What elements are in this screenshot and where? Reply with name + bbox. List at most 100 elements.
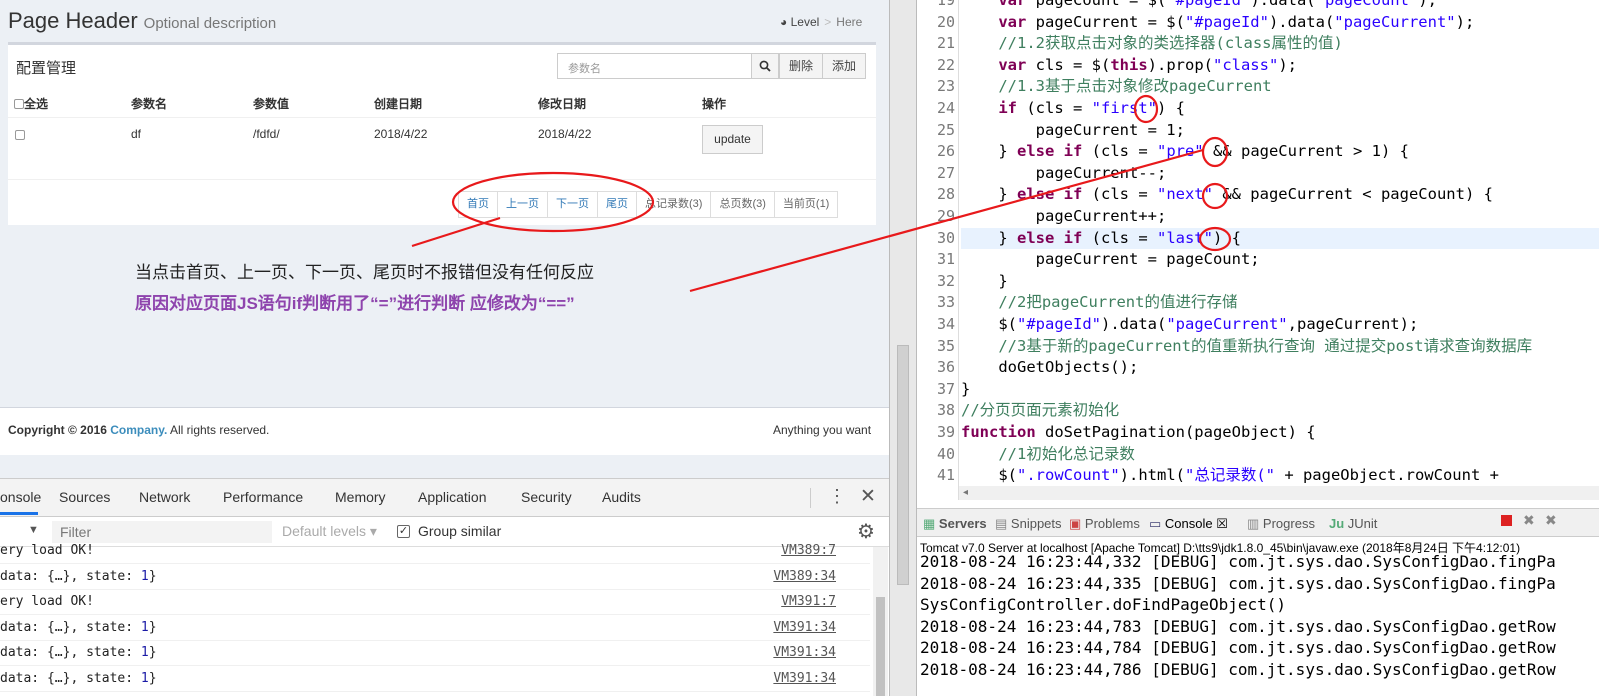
console-message-text: data: {…}, state: 1} bbox=[0, 670, 157, 686]
line-number: 24 bbox=[936, 99, 955, 117]
add-button[interactable]: 添加 bbox=[822, 53, 866, 79]
tab-console[interactable]: onsole bbox=[0, 489, 41, 505]
code-line: if (cls = "first") { bbox=[998, 99, 1185, 117]
console-message: data: {…}, state: 1} VM391:34 bbox=[0, 616, 870, 641]
tab-security[interactable]: Security bbox=[521, 489, 572, 505]
annotation-symptom: 当点击首页、上一页、下一页、尾页时不报错但没有任何反应 bbox=[135, 263, 594, 282]
line-number: 39 bbox=[936, 423, 955, 441]
line-number: 31 bbox=[936, 250, 955, 269]
tab-memory[interactable]: Memory bbox=[335, 489, 386, 505]
footer-right-text: Anything you want bbox=[773, 423, 872, 437]
tab-performance[interactable]: Performance bbox=[223, 489, 303, 505]
tab-snippets[interactable]: ▤ Snippets bbox=[995, 516, 1062, 532]
breadcrumb-level[interactable]: Level bbox=[791, 15, 820, 29]
cell-modified: 2018/4/22 bbox=[538, 127, 592, 141]
row-checkbox[interactable] bbox=[15, 129, 25, 143]
box-title: 配置管理 bbox=[16, 60, 77, 77]
console-message-text: ery load OK! bbox=[0, 543, 94, 558]
console-icon: ▭ bbox=[1149, 516, 1162, 531]
tab-sources[interactable]: Sources bbox=[59, 489, 110, 505]
page-title: Page Header Optional description bbox=[8, 8, 277, 33]
pagination: 首页 上一页 下一页 尾页 总记录数(3) 总页数(3) 当前页(1) bbox=[458, 191, 839, 218]
update-button[interactable]: update bbox=[702, 125, 763, 154]
close-icon[interactable]: ✕ bbox=[860, 485, 876, 508]
tab-application[interactable]: Application bbox=[418, 489, 487, 505]
more-menu-icon[interactable]: ⋮ bbox=[828, 486, 846, 507]
column-header-modified: 修改日期 bbox=[538, 97, 587, 111]
console-message: ery load OK! VM389:7 bbox=[0, 539, 870, 564]
window-splitter[interactable] bbox=[889, 0, 917, 696]
delete-button[interactable]: 删除 bbox=[779, 53, 823, 79]
line-number: 23 bbox=[936, 77, 955, 96]
active-tab-indicator bbox=[0, 512, 38, 515]
code-line: pageCurrent = 1; bbox=[961, 120, 1185, 139]
line-number: 22 bbox=[936, 55, 955, 74]
search-icon bbox=[759, 60, 771, 72]
line-number: 21 bbox=[936, 34, 955, 53]
select-all-checkbox[interactable] bbox=[14, 99, 24, 109]
pager-row-count: 总记录数(3) bbox=[637, 192, 712, 217]
console-source-link[interactable]: VM391:7 bbox=[781, 594, 836, 609]
pager-next[interactable]: 下一页 bbox=[548, 192, 598, 217]
levels-dropdown[interactable]: Default levels ▾ bbox=[282, 523, 377, 540]
tab-problems[interactable]: ▣ Problems bbox=[1069, 516, 1140, 532]
tab-junit[interactable]: Ju JUnit bbox=[1329, 516, 1377, 531]
editor-hscrollbar[interactable]: ◂ bbox=[959, 486, 1599, 500]
log-line: 2018-08-24 16:23:44,783 [DEBUG] com.jt.s… bbox=[920, 616, 1556, 636]
code-line: pageCurrent++; bbox=[961, 207, 1167, 225]
tab-console[interactable]: ▭ Console ☒ bbox=[1149, 516, 1228, 532]
tab-progress[interactable]: ▥ Progress bbox=[1247, 516, 1315, 532]
console-message-text: ery load OK! bbox=[0, 594, 94, 609]
eclipse-console-panel: ▦ Servers ▤ Snippets ▣ Problems ▭ Consol… bbox=[917, 508, 1599, 696]
company-link[interactable]: Company. bbox=[110, 423, 167, 437]
code-editor: 19 20 21 22 23 24 25 26 27 28 29 30 31 32 33 34 35 36 37 38… bbox=[917, 0, 1599, 500]
log-line: 2018-08-24 16:23:44,335 [DEBUG] com.jt.s… bbox=[920, 573, 1556, 593]
context-dropdown-icon[interactable]: ▼ bbox=[28, 524, 39, 536]
console-source-link[interactable]: VM391:34 bbox=[773, 671, 836, 686]
code-line: } bbox=[961, 271, 1008, 290]
splitter-scroll-thumb[interactable] bbox=[897, 345, 909, 585]
snippets-icon: ▤ bbox=[995, 516, 1008, 531]
pager-first[interactable]: 首页 bbox=[459, 192, 498, 217]
tab-network[interactable]: Network bbox=[139, 489, 190, 505]
console-source-link[interactable]: VM389:34 bbox=[773, 569, 836, 584]
remove-all-icon[interactable]: ✖ bbox=[1545, 512, 1557, 529]
line-number: 27 bbox=[936, 163, 955, 182]
config-box: 配置管理 参数名 删除 添加 全选 参数名 参数值 创建日期 修改日期 操作 d… bbox=[8, 42, 876, 225]
code-line: //1初始化总记录数 bbox=[998, 444, 1135, 463]
line-number: 33 bbox=[936, 293, 955, 312]
line-number: 25 bbox=[936, 120, 955, 139]
admin-page: Page Header Optional description ◕ Level >… bbox=[0, 0, 889, 696]
remove-launch-icon[interactable]: ✖ bbox=[1523, 512, 1535, 529]
pager-last[interactable]: 尾页 bbox=[598, 192, 637, 217]
dashboard-icon: ◕ bbox=[780, 15, 788, 29]
search-button[interactable] bbox=[751, 53, 779, 79]
console-source-link[interactable]: VM389:7 bbox=[781, 543, 836, 558]
console-scrollbar[interactable] bbox=[873, 547, 888, 696]
line-number: 41 bbox=[936, 466, 955, 485]
code-line: } bbox=[961, 379, 971, 398]
search-input[interactable]: 参数名 bbox=[557, 53, 752, 79]
line-number: 26 bbox=[936, 142, 955, 161]
servers-icon: ▦ bbox=[923, 516, 936, 531]
console-message: data: {…}, state: 1} VM391:34 bbox=[0, 667, 870, 692]
tab-servers[interactable]: ▦ Servers bbox=[923, 516, 987, 532]
console-source-link[interactable]: VM391:34 bbox=[773, 645, 836, 660]
group-similar-checkbox[interactable]: ✓ bbox=[397, 525, 410, 538]
log-line: 2018-08-24 16:23:44,786 [DEBUG] com.jt.s… bbox=[920, 660, 1556, 679]
page-footer: Copyright © 2016 Company. All rights res… bbox=[0, 407, 889, 455]
junit-icon: Ju bbox=[1329, 516, 1345, 531]
console-source-link[interactable]: VM391:34 bbox=[773, 620, 836, 635]
pager-prev[interactable]: 上一页 bbox=[498, 192, 548, 217]
line-number: 32 bbox=[936, 271, 955, 290]
log-line: SysConfigController.doFindPageObject() bbox=[920, 595, 1287, 615]
code-line: } else if (cls = "pre" && pageCurrent > … bbox=[961, 142, 1409, 161]
terminate-icon[interactable] bbox=[1501, 515, 1512, 526]
pager-page-count: 总页数(3) bbox=[711, 192, 775, 217]
line-number: 35 bbox=[936, 336, 955, 355]
column-header-value: 参数值 bbox=[253, 97, 290, 111]
code-line: pageCurrent = pageCount; bbox=[961, 250, 1260, 269]
code-line: //分页页面元素初始化 bbox=[961, 401, 1120, 420]
select-all-header[interactable]: 全选 bbox=[14, 95, 48, 112]
tab-audits[interactable]: Audits bbox=[602, 489, 641, 505]
